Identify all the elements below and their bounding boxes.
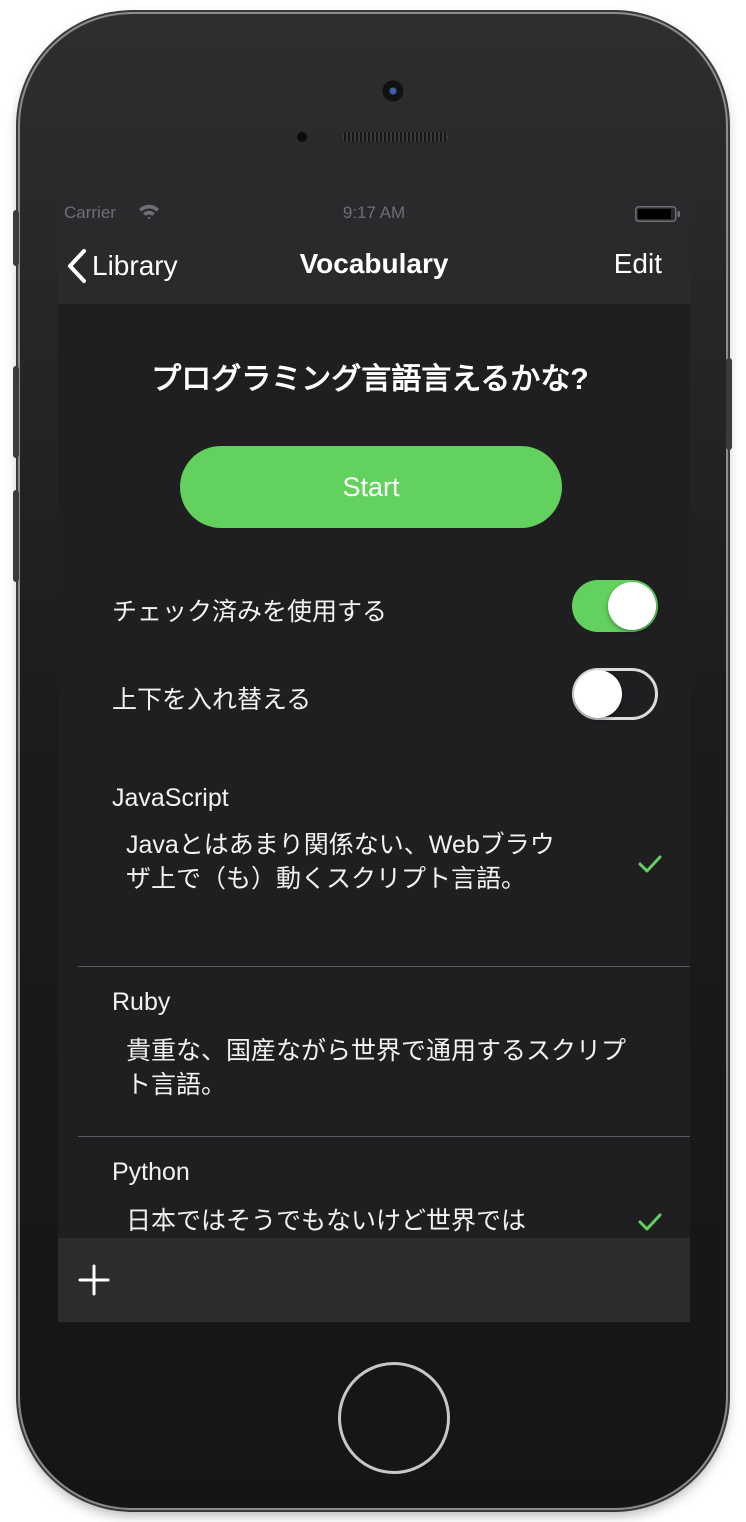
start-button[interactable]: Start	[180, 446, 562, 528]
term-label: Ruby	[112, 988, 171, 1016]
edit-button[interactable]: Edit	[614, 248, 662, 280]
list-item[interactable]: Ruby 貴重な、国産ながら世界で通用するスクリプト言語。	[58, 968, 690, 1138]
status-bar: Carrier 9:17 AM	[58, 198, 690, 228]
nav-title: Vocabulary	[299, 248, 449, 279]
front-camera	[382, 80, 404, 102]
row-separator	[78, 1136, 690, 1137]
quiz-title: プログラミング言語言えるかな?	[151, 363, 589, 396]
definition-text: 貴重な、国産ながら世界で通用するスクリプト言語。	[126, 1037, 627, 1099]
swap-order-toggle[interactable]	[572, 668, 658, 720]
checkmark-icon	[638, 1213, 662, 1231]
checkmark-icon	[638, 855, 662, 873]
battery-icon	[635, 206, 680, 222]
status-time: 9:17 AM	[342, 203, 406, 222]
definition-text: Javaとはあまり関係ない、Webブラウザ上で（も）動くスクリプト言語。	[126, 831, 555, 893]
toggle-knob	[608, 582, 656, 630]
term-label: Python	[112, 1158, 190, 1186]
term-label: JavaScript	[112, 784, 229, 812]
toggle-knob	[574, 670, 622, 718]
use-checked-toggle[interactable]	[572, 580, 658, 632]
setting-use-checked: チェック済みを使用する	[112, 580, 658, 636]
row-separator	[78, 966, 690, 967]
navigation-bar: Library Vocabulary Edit	[58, 228, 690, 304]
volume-down-button	[13, 490, 19, 582]
proximity-sensor	[297, 132, 307, 142]
bottom-toolbar	[58, 1238, 690, 1322]
setting-label: 上下を入れ替える	[112, 686, 312, 714]
vocabulary-list: JavaScript Javaとはあまり関係ない、Webブラウザ上で（も）動くス…	[58, 764, 690, 1238]
definition-text: 日本ではそうでもないけど世界では	[126, 1207, 527, 1235]
earpiece-speaker	[340, 130, 450, 144]
plus-icon[interactable]	[78, 1264, 110, 1296]
list-item[interactable]: JavaScript Javaとはあまり関係ない、Webブラウザ上で（も）動くス…	[58, 764, 690, 968]
setting-swap-order: 上下を入れ替える	[112, 668, 658, 724]
home-button[interactable]	[338, 1362, 450, 1474]
setting-label: チェック済みを使用する	[112, 598, 388, 626]
app-screen: Carrier 9:17 AM Library Vocabulary Edit …	[58, 198, 690, 1322]
volume-up-button	[13, 366, 19, 458]
list-item[interactable]: Python 日本ではそうでもないけど世界では	[58, 1138, 690, 1238]
mute-switch	[13, 210, 19, 266]
power-button	[726, 358, 732, 450]
